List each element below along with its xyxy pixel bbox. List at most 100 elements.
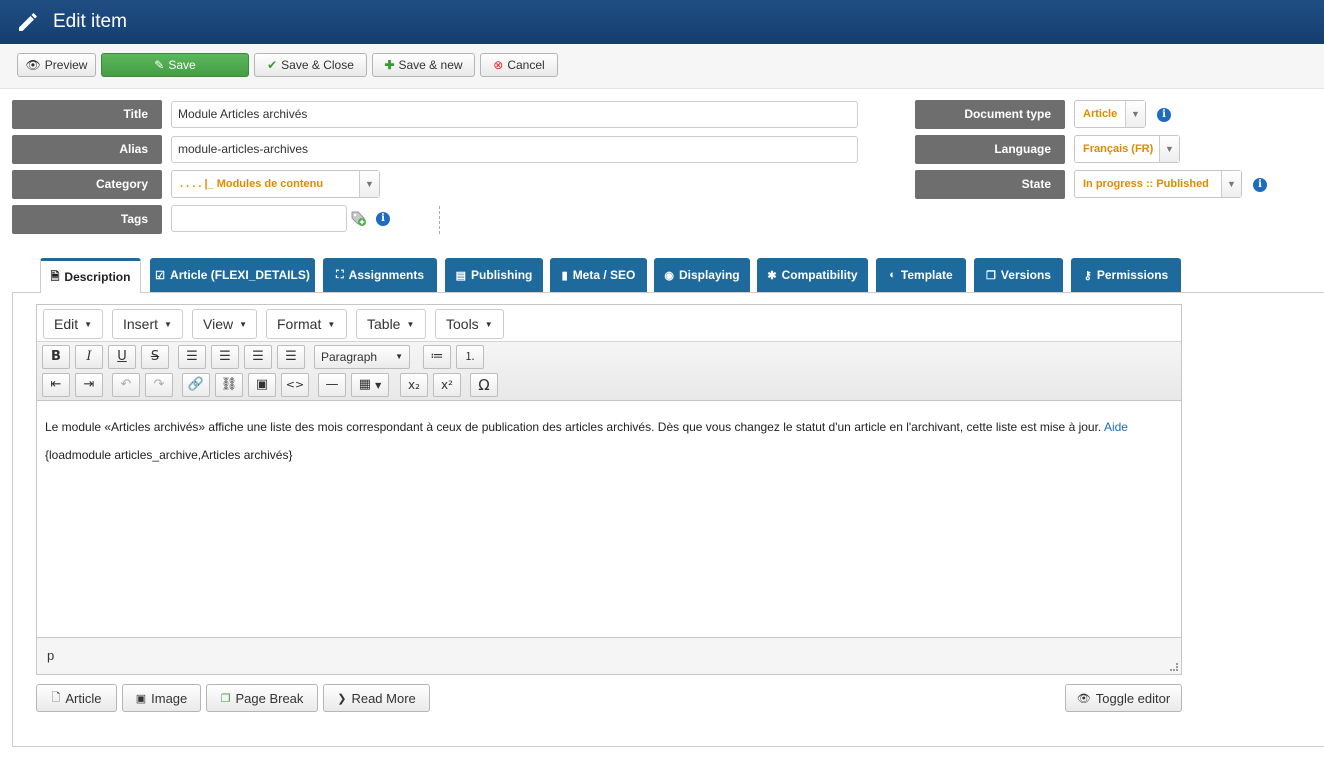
toggle-editor-button[interactable]: 👁 Toggle editor — [1065, 684, 1182, 712]
caret-down-icon: ▼ — [484, 320, 493, 330]
caret-down-icon: ▼ — [84, 320, 93, 330]
rich-text-editor: Edit ▼ Insert ▼ View ▼ Format ▼ Table ▼ Tools… — [36, 304, 1182, 675]
cancel-button[interactable]: ⊗ Cancel — [480, 53, 558, 77]
editor-statusbar: p — [37, 637, 1181, 674]
alias-label: Alias — [12, 135, 162, 164]
save-close-button[interactable]: ✔ Save & Close — [254, 53, 367, 77]
editor-toolbar: B I U S ☰ ☰ ☰ ☰ Paragraph ▼ ≔ ⒈ ⇤ ⇥ ↶ ↷ … — [37, 342, 1181, 401]
special-char-icon[interactable]: Ω — [470, 373, 498, 397]
tab-publishing[interactable]: ▤ Publishing — [445, 258, 543, 292]
insert-article-button[interactable]: 🗋 Article — [36, 684, 117, 712]
palette-icon: ◐ — [889, 269, 896, 281]
subscript-icon[interactable]: x₂ — [400, 373, 428, 397]
tag-add-icon[interactable] — [350, 210, 367, 227]
undo-icon[interactable]: ↶ — [112, 373, 140, 397]
tab-template[interactable]: ◐ Template — [876, 258, 966, 292]
bullet-list-icon[interactable]: ≔ — [423, 345, 451, 369]
doc-icon: 🗋 — [51, 691, 61, 704]
language-label: Language — [915, 135, 1065, 164]
align-right-icon[interactable]: ☰ — [244, 345, 272, 369]
doctype-info-icon[interactable]: i — [1157, 108, 1171, 122]
tags-input[interactable] — [171, 205, 347, 232]
preview-button[interactable]: 👁 Preview — [17, 53, 96, 77]
page-title: Edit item — [53, 11, 127, 32]
unlink-icon[interactable]: ⛓ — [215, 373, 243, 397]
plus-icon: ✚ — [384, 58, 395, 72]
caret-down-icon: ▼ — [395, 352, 403, 361]
tab-versions[interactable]: ❐ Versions — [974, 258, 1063, 292]
numbered-list-icon[interactable]: ⒈ — [456, 345, 484, 369]
tab-compatibility[interactable]: ✱ Compatibility — [757, 258, 868, 292]
insert-image-button[interactable]: ▣ Image — [122, 684, 201, 712]
list-icon: ▤ — [455, 269, 467, 282]
bookmark-icon: ▮ — [561, 269, 568, 282]
menu-insert[interactable]: Insert ▼ — [112, 309, 183, 339]
tab-meta-seo[interactable]: ▮ Meta / SEO — [550, 258, 647, 292]
chevron-down-icon: ❯ — [337, 692, 347, 705]
tags-info-icon[interactable]: i — [376, 212, 390, 226]
chevron-down-icon: ▼ — [1221, 171, 1241, 197]
italic-icon[interactable]: I — [75, 345, 103, 369]
close-circle-icon: ⊗ — [493, 58, 504, 72]
menu-view[interactable]: View ▼ — [192, 309, 257, 339]
action-toolbar: 👁 Preview ✎ Save ✔ Save & Close ✚ Save & new… — [0, 44, 1324, 89]
chevron-down-icon: ▼ — [359, 171, 379, 197]
tab-displaying[interactable]: ◉ Displaying — [654, 258, 750, 292]
save-new-button[interactable]: ✚ Save & new — [372, 53, 475, 77]
state-select[interactable]: In progress :: Published ▼ — [1074, 170, 1242, 198]
outdent-icon[interactable]: ⇤ — [42, 373, 70, 397]
aide-link[interactable]: Aide — [1104, 420, 1128, 434]
image-icon[interactable]: ▣ — [248, 373, 276, 397]
edit-icon: ✎ — [154, 58, 165, 72]
link-icon[interactable]: 🔗 — [182, 373, 210, 397]
superscript-icon[interactable]: x² — [433, 373, 461, 397]
tab-article-details[interactable]: ☑ Article (FLEXI_DETAILS) — [150, 258, 315, 292]
bold-icon[interactable]: B — [42, 345, 70, 369]
doctype-label: Document type — [915, 100, 1065, 129]
editor-menubar: Edit ▼ Insert ▼ View ▼ Format ▼ Table ▼ Tools… — [37, 305, 1181, 342]
code-icon[interactable]: <> — [281, 373, 309, 397]
alias-input[interactable]: module-articles-archives — [171, 136, 858, 163]
language-select[interactable]: Français (FR) ▼ — [1074, 135, 1180, 163]
read-more-button[interactable]: ❯ Read More — [323, 684, 430, 712]
menu-format[interactable]: Format ▼ — [266, 309, 347, 339]
table-icon[interactable]: ▦ ▼ — [351, 373, 389, 397]
title-label: Title — [12, 100, 162, 129]
chevron-down-icon: ▼ — [1159, 136, 1179, 162]
tab-permissions[interactable]: ⚷ Permissions — [1071, 258, 1181, 292]
strikethrough-icon[interactable]: S — [141, 345, 169, 369]
separator — [439, 206, 440, 234]
indent-icon[interactable]: ⇥ — [75, 373, 103, 397]
image-icon: ▣ — [135, 692, 147, 705]
tags-label: Tags — [12, 205, 162, 234]
doctype-select[interactable]: Article ▼ — [1074, 100, 1146, 128]
horizontal-rule-icon[interactable]: — — [318, 373, 346, 397]
category-select[interactable]: . . . . |_ Modules de contenu ▼ — [171, 170, 380, 198]
element-path[interactable]: p — [47, 648, 54, 663]
menu-table[interactable]: Table ▼ — [356, 309, 426, 339]
caret-down-icon: ▼ — [406, 320, 415, 330]
key-icon: ⚷ — [1083, 269, 1092, 282]
save-button[interactable]: ✎ Save — [101, 53, 249, 77]
chevron-down-icon: ▼ — [1125, 101, 1145, 127]
tab-assignments[interactable]: ⛶ Assignments — [323, 258, 437, 292]
title-input[interactable]: Module Articles archivés — [171, 101, 858, 128]
paragraph-select[interactable]: Paragraph ▼ — [314, 345, 410, 369]
tab-description[interactable]: 🗎 Description — [40, 258, 141, 293]
editor-content[interactable]: Le module «Articles archivés» affiche un… — [45, 413, 1175, 469]
copy-icon: ❐ — [986, 269, 996, 282]
menu-tools[interactable]: Tools ▼ — [435, 309, 504, 339]
align-justify-icon[interactable]: ☰ — [277, 345, 305, 369]
content-paragraph: Le module «Articles archivés» affiche un… — [45, 420, 1128, 434]
menu-edit[interactable]: Edit ▼ — [43, 309, 103, 339]
state-info-icon[interactable]: i — [1253, 178, 1267, 192]
page-header: Edit item — [0, 0, 1324, 44]
align-left-icon[interactable]: ☰ — [178, 345, 206, 369]
redo-icon[interactable]: ↷ — [145, 373, 173, 397]
underline-icon[interactable]: U — [108, 345, 136, 369]
sitemap-icon: ⛶ — [335, 268, 344, 281]
resize-handle[interactable] — [1170, 663, 1178, 671]
content-loadmodule: {loadmodule articles_archive,Articles ar… — [45, 448, 293, 462]
page-break-button[interactable]: ❐ Page Break — [206, 684, 318, 712]
align-center-icon[interactable]: ☰ — [211, 345, 239, 369]
